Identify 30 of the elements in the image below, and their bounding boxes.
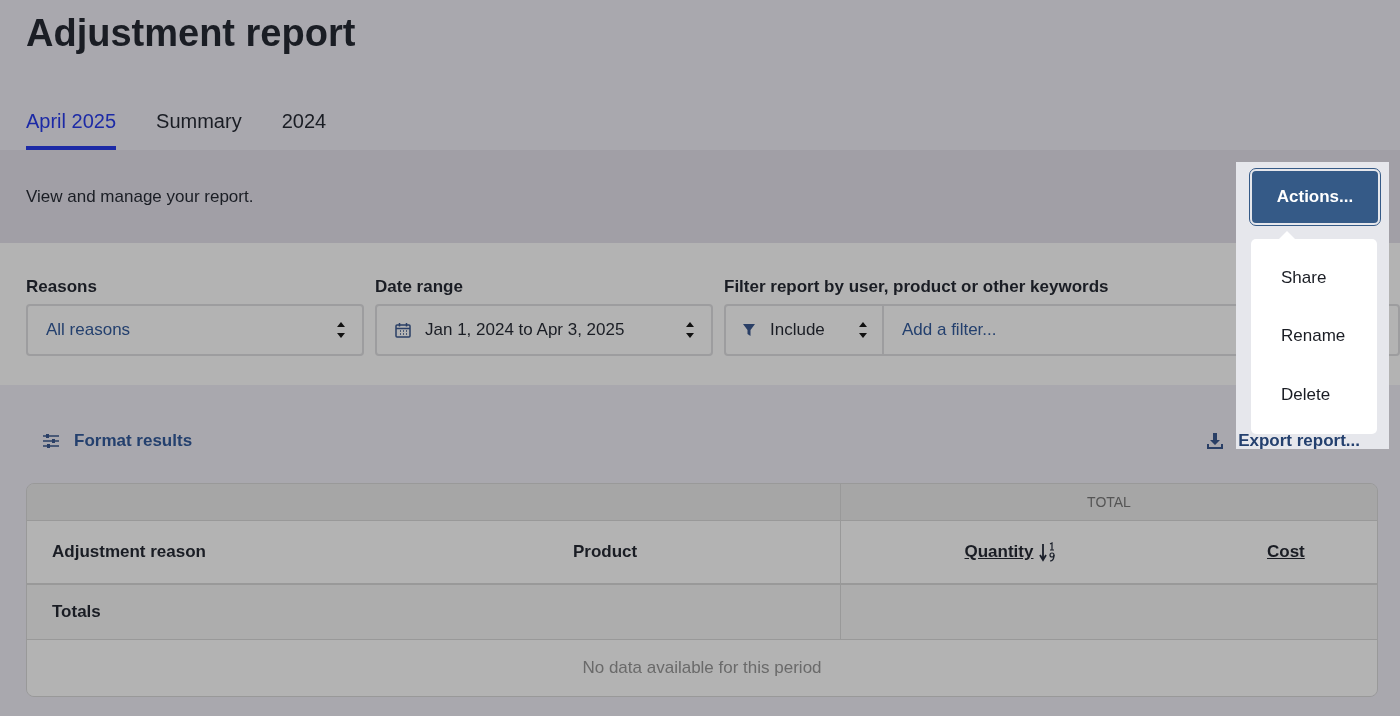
- include-select[interactable]: Include: [726, 306, 884, 354]
- format-results-button[interactable]: Format results: [42, 429, 193, 453]
- column-header: Adjustment reason: [52, 542, 206, 562]
- column-header: Product: [573, 542, 638, 562]
- column-header-link[interactable]: Cost: [1267, 542, 1305, 561]
- date-range-select[interactable]: Jan 1, 2024 to Apr 3, 2025: [375, 304, 713, 356]
- field-label: Reasons: [26, 277, 97, 297]
- menu-item[interactable]: Share: [1251, 260, 1377, 297]
- up-down-arrows-icon: [336, 321, 346, 339]
- column-group-header: TOTAL: [1087, 494, 1131, 510]
- field-label: Date range: [375, 277, 463, 297]
- menu-item[interactable]: Rename: [1251, 318, 1377, 355]
- totals-label: Totals: [51, 602, 102, 622]
- calendar-icon: [395, 322, 411, 338]
- empty-message: No data available for this period: [582, 658, 822, 678]
- sliders-icon: [42, 433, 60, 449]
- reasons-select[interactable]: All reasons: [26, 304, 364, 356]
- actions-button[interactable]: Actions...: [1250, 169, 1380, 225]
- up-down-arrows-icon: [858, 321, 868, 339]
- description-text: View and manage your report.: [26, 186, 254, 207]
- tab[interactable]: Summary: [156, 110, 242, 150]
- up-down-arrows-icon: [685, 321, 695, 339]
- column-header-link[interactable]: Quantity: [964, 542, 1034, 562]
- tab[interactable]: 2024: [281, 110, 327, 150]
- export-report-button[interactable]: Export report...: [1206, 429, 1360, 453]
- menu-item[interactable]: Delete: [1251, 376, 1377, 413]
- field-label: Filter report by user, product or other keywords: [724, 277, 1109, 297]
- page-title: Adjustment report: [25, 11, 357, 56]
- download-icon: [1206, 432, 1225, 450]
- funnel-icon: [742, 323, 756, 337]
